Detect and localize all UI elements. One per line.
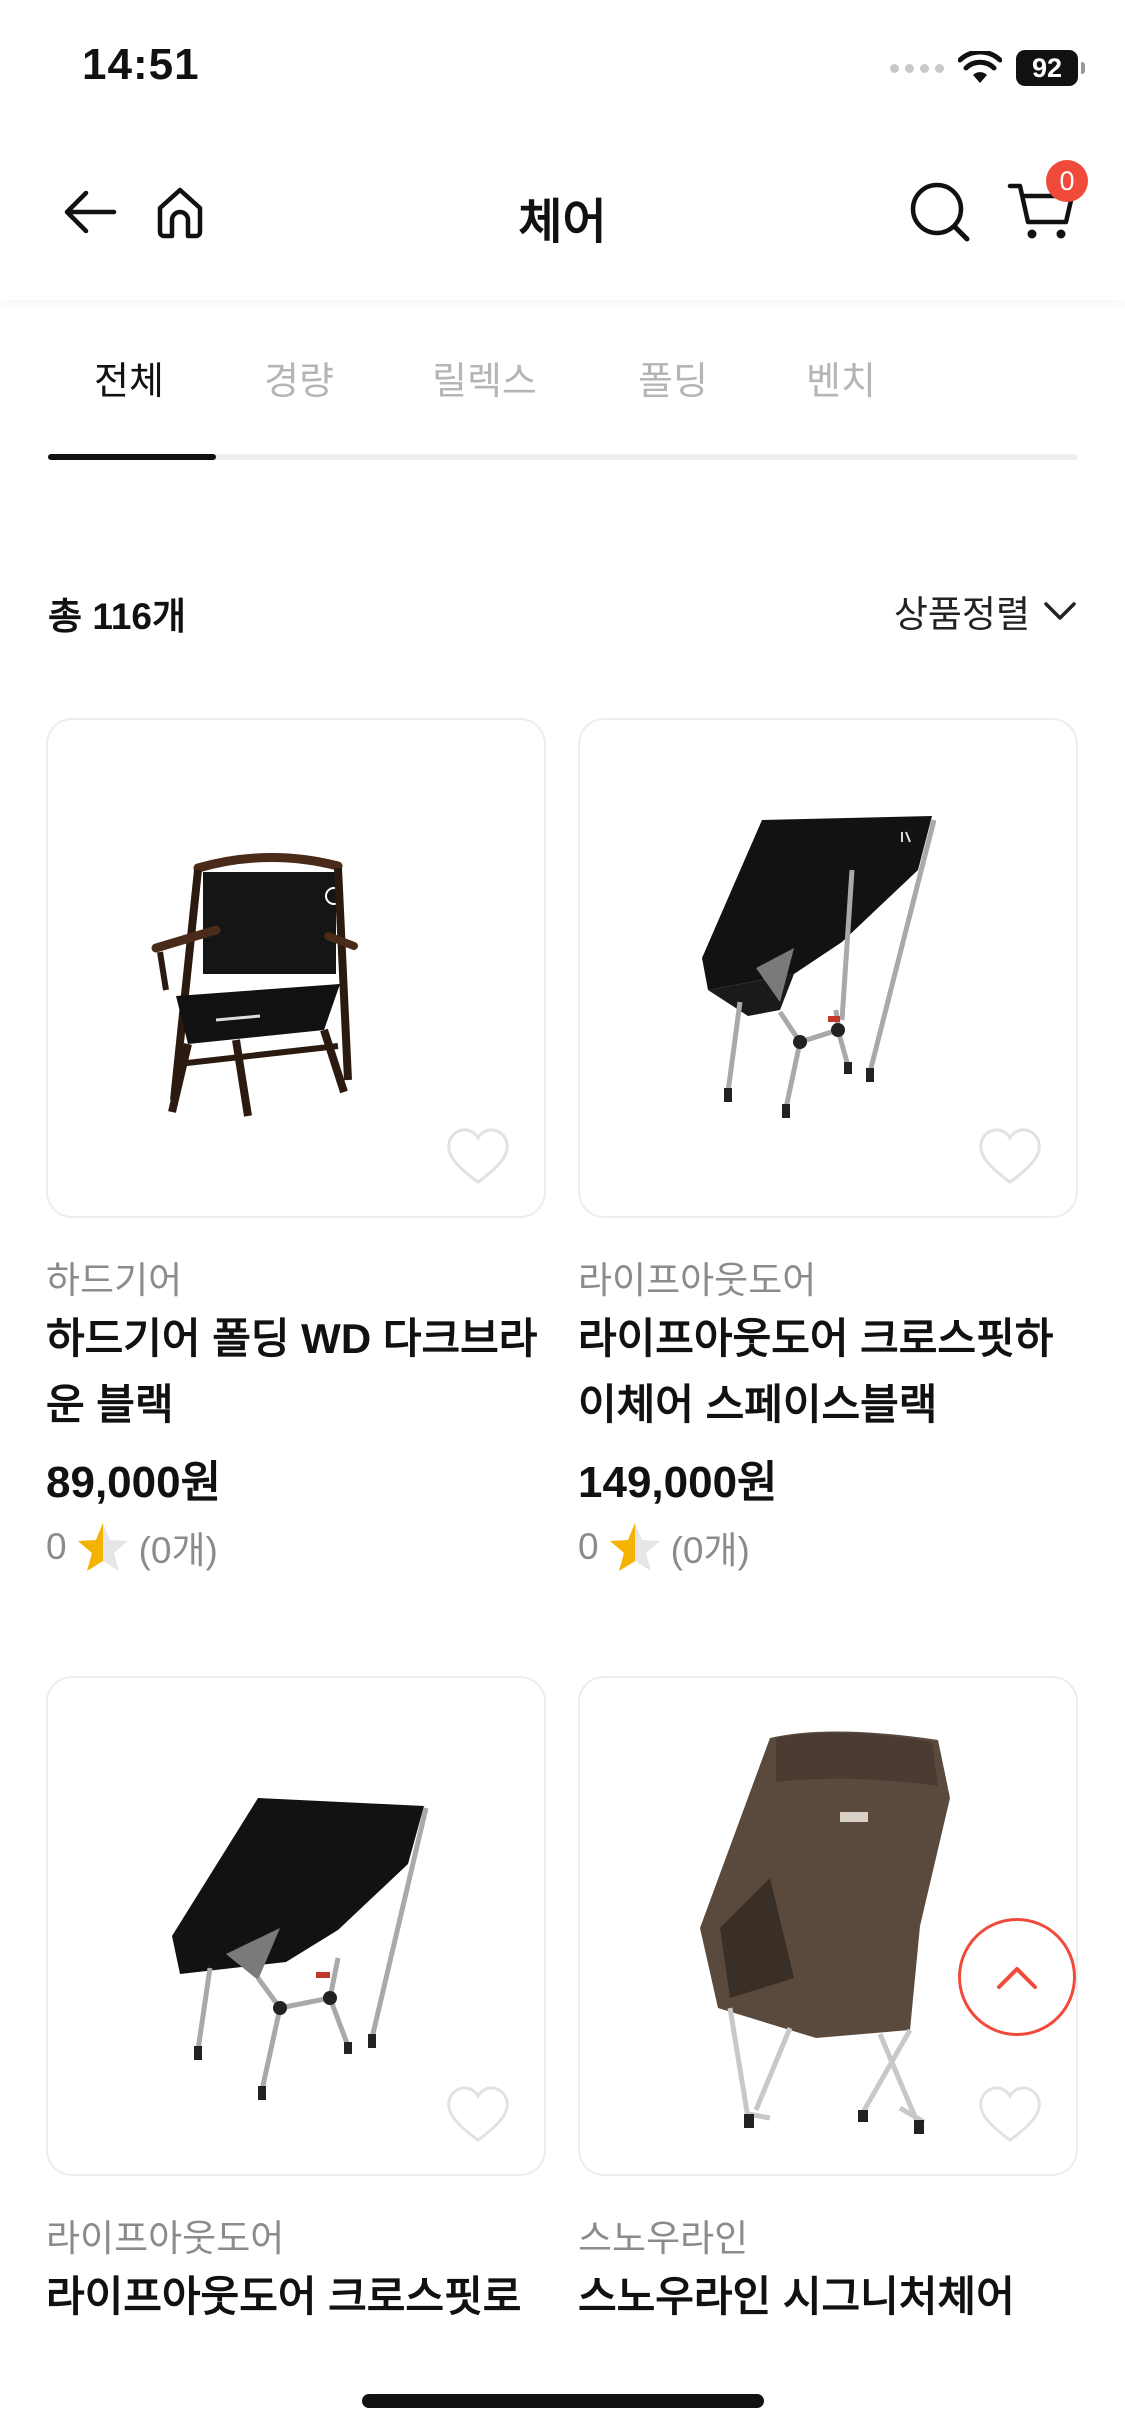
product-name[interactable]: 하드기어 폴딩 WD 다크브라운 블랙: [46, 1306, 546, 1438]
wishlist-button[interactable]: [444, 1124, 512, 1186]
tab-active-indicator: [48, 454, 216, 460]
total-count: 총 116개: [48, 596, 187, 637]
search-button[interactable]: [900, 172, 980, 252]
tab-relax[interactable]: 릴렉스: [432, 350, 537, 405]
review-count: (0개): [670, 1530, 750, 1571]
status-indicators: 92: [890, 44, 1085, 92]
cellular-signal-icon: [890, 63, 944, 73]
product-card[interactable]: 라이프아웃도어 라이프아웃도어 크로스핏로: [46, 1676, 546, 2330]
battery-icon: 92: [1016, 50, 1085, 86]
product-rating: 0 (0개): [46, 1520, 546, 1574]
product-name[interactable]: 스노우라인 시그니처체어: [578, 2264, 1078, 2330]
rating-score: 0: [578, 1526, 599, 1567]
top-navigation-bar: 체어 0: [0, 140, 1125, 300]
heart-icon: [447, 2086, 509, 2142]
status-time: 14:51: [82, 40, 200, 89]
product-rating: 0 (0개): [578, 1520, 1078, 1574]
half-star-icon: [77, 1523, 128, 1571]
wifi-icon: [958, 51, 1002, 83]
wishlist-button[interactable]: [444, 2082, 512, 2144]
home-indicator: [362, 2394, 764, 2408]
product-name[interactable]: 라이프아웃도어 크로스핏하이체어 스페이스블랙: [578, 1306, 1078, 1438]
tab-folding[interactable]: 폴딩: [638, 350, 708, 405]
wishlist-button[interactable]: [976, 1124, 1044, 1186]
product-brand: 하드기어: [46, 1260, 183, 1301]
review-count: (0개): [138, 1530, 218, 1571]
product-name[interactable]: 라이프아웃도어 크로스핏로: [46, 2264, 546, 2330]
product-brand: 라이프아웃도어: [578, 1260, 817, 1301]
listing-toolbar: 총 116개 상품정렬: [48, 580, 1078, 640]
product-brand: 스노우라인: [578, 2218, 749, 2259]
scroll-to-top-button[interactable]: [958, 1918, 1076, 2036]
wishlist-button[interactable]: [976, 2082, 1044, 2144]
status-bar: 14:51 92: [0, 0, 1125, 140]
rating-score: 0: [46, 1526, 67, 1567]
tab-bench[interactable]: 벤치: [806, 350, 876, 405]
product-card[interactable]: 라이프아웃도어 라이프아웃도어 크로스핏하이체어 스페이스블랙 149,000원…: [578, 718, 1078, 1574]
tab-lightweight[interactable]: 경량: [264, 350, 334, 405]
product-price: 149,000원: [578, 1458, 778, 1507]
search-icon: [910, 182, 970, 242]
cart-button[interactable]: 0: [1002, 160, 1088, 252]
category-tabs: 전체 경량 릴렉스 폴딩 벤치: [48, 330, 1078, 462]
heart-icon: [447, 1128, 509, 1184]
product-brand: 라이프아웃도어: [46, 2218, 285, 2259]
tab-all[interactable]: 전체: [94, 350, 164, 405]
product-image[interactable]: [46, 718, 546, 1218]
cart-count-badge: 0: [1046, 160, 1088, 202]
heart-icon: [979, 1128, 1041, 1184]
sort-label: 상품정렬: [893, 594, 1030, 635]
chevron-down-icon: [1044, 602, 1076, 620]
chevron-up-icon: [997, 1967, 1037, 1989]
heart-icon: [979, 2086, 1041, 2142]
battery-level: 92: [1016, 50, 1078, 86]
product-image[interactable]: [578, 718, 1078, 1218]
sort-button[interactable]: 상품정렬: [894, 584, 1078, 638]
product-price: 89,000원: [46, 1458, 222, 1507]
half-star-icon: [609, 1523, 660, 1571]
product-image[interactable]: [46, 1676, 546, 2176]
product-card[interactable]: 하드기어 하드기어 폴딩 WD 다크브라운 블랙 89,000원 0 (0개): [46, 718, 546, 1574]
